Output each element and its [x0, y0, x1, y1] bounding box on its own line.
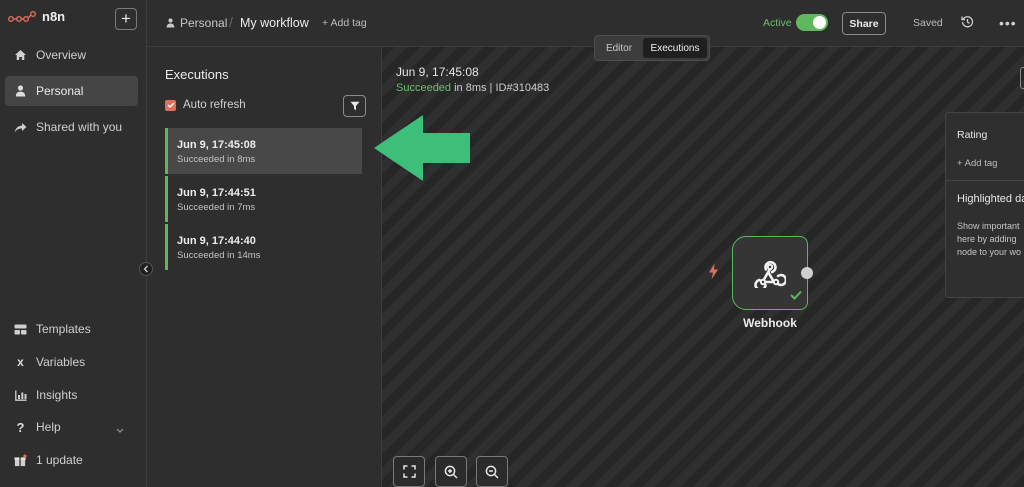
sidebar-item-label: Overview: [36, 48, 87, 62]
execution-item[interactable]: Jun 9, 17:44:51 Succeeded in 7ms: [165, 176, 362, 222]
add-tag-link[interactable]: + Add tag: [322, 17, 367, 29]
sidebar: n8n + Overview Personal Shared with you …: [0, 0, 147, 487]
workflow-title[interactable]: My workflow: [240, 16, 309, 30]
sidebar-item-updates[interactable]: 1 update: [5, 445, 138, 475]
webhook-icon: [754, 260, 786, 288]
lightning-bolt-icon: [708, 263, 719, 285]
fit-view-icon: [402, 465, 416, 478]
sidebar-item-label: 1 update: [36, 453, 83, 467]
zoom-out-button[interactable]: [476, 456, 508, 487]
highlighted-data-text: Show important here by adding node to yo…: [957, 220, 1024, 259]
sidebar-item-variables[interactable]: x Variables: [5, 347, 138, 377]
zoom-in-icon: [444, 465, 458, 479]
auto-refresh-control[interactable]: Auto refresh: [165, 99, 246, 111]
filter-icon: [350, 101, 359, 111]
card-divider: [946, 180, 1024, 181]
card-text-line: here by adding: [957, 234, 1017, 244]
app-name: n8n: [42, 9, 66, 24]
templates-icon: [14, 323, 27, 336]
card-add-tag-link[interactable]: + Add tag: [957, 158, 997, 169]
breadcrumb-project[interactable]: Personal: [166, 16, 227, 30]
execution-date: Jun 9, 17:44:51: [177, 187, 256, 199]
card-text-line: node to your wo: [957, 247, 1022, 257]
user-icon: [166, 18, 175, 28]
add-button[interactable]: +: [115, 8, 137, 30]
execution-item[interactable]: Jun 9, 17:45:08 Succeeded in 8ms: [165, 128, 362, 174]
executions-panel: Executions Auto refresh Jun 9, 17:45:08 …: [147, 47, 382, 487]
sidebar-item-label: Shared with you: [36, 120, 123, 134]
view-switcher: Editor Executions: [594, 35, 710, 61]
breadcrumb-separator: /: [229, 14, 233, 30]
panel-toggle-button[interactable]: [1020, 67, 1024, 89]
execution-detail-date: Jun 9, 17:45:08: [396, 65, 479, 79]
execution-status: Succeeded in 7ms: [177, 202, 256, 213]
saved-status: Saved: [913, 17, 943, 29]
execution-date: Jun 9, 17:45:08: [177, 139, 256, 151]
sidebar-item-personal[interactable]: Personal: [5, 76, 138, 106]
execution-detail-status: Succeeded in 8ms | ID#310483: [396, 82, 549, 94]
filter-button[interactable]: [343, 95, 366, 117]
active-toggle[interactable]: [796, 14, 828, 31]
more-options-icon[interactable]: •••: [999, 15, 1017, 31]
app-logo[interactable]: n8n: [8, 9, 65, 24]
execution-status: Succeeded in 14ms: [177, 250, 261, 261]
node-label: Webhook: [743, 316, 797, 330]
highlighted-data-heading: Highlighted da: [957, 193, 1024, 205]
chevron-left-icon: [143, 265, 148, 273]
sidebar-item-help[interactable]: ? Help: [5, 412, 138, 442]
sidebar-item-insights[interactable]: Insights: [5, 380, 138, 410]
auto-refresh-checkbox[interactable]: [165, 99, 176, 111]
breadcrumb-project-label: Personal: [180, 16, 228, 30]
chevron-down-icon: [116, 422, 124, 436]
share-button[interactable]: Share: [842, 12, 886, 35]
workflow-canvas[interactable]: Jun 9, 17:45:08 Succeeded in 8ms | ID#31…: [382, 47, 1024, 487]
share-icon: [14, 121, 27, 134]
card-text-line: Show important: [957, 221, 1020, 231]
custom-data-card: Rating + Add tag Highlighted da Show imp…: [945, 112, 1024, 298]
annotation-arrow-icon: [373, 114, 471, 187]
sidebar-item-overview[interactable]: Overview: [5, 40, 138, 70]
success-check-icon: [790, 287, 802, 305]
execution-status: Succeeded in 8ms: [177, 154, 256, 165]
zoom-in-button[interactable]: [435, 456, 467, 487]
sidebar-item-templates[interactable]: Templates: [5, 314, 138, 344]
execution-item[interactable]: Jun 9, 17:44:40 Succeeded in 14ms: [165, 224, 362, 270]
user-icon: [14, 85, 27, 98]
sidebar-item-label: Variables: [36, 355, 86, 369]
sidebar-item-label: Templates: [36, 322, 91, 336]
execution-detail-ok: Succeeded: [396, 82, 452, 94]
sidebar-item-label: Help: [36, 420, 61, 434]
help-icon: ?: [16, 419, 25, 435]
sidebar-item-label: Personal: [36, 84, 84, 98]
sidebar-item-label: Insights: [36, 388, 78, 402]
webhook-node[interactable]: [732, 236, 808, 310]
n8n-logo-icon: [8, 10, 36, 22]
rating-label: Rating: [957, 129, 988, 141]
execution-detail-info: in 8ms | ID#310483: [451, 82, 550, 94]
auto-refresh-label: Auto refresh: [183, 99, 246, 111]
execution-date: Jun 9, 17:44:40: [177, 235, 256, 247]
tab-editor[interactable]: Editor: [597, 38, 641, 58]
executions-title: Executions: [165, 67, 229, 82]
collapse-sidebar-button[interactable]: [139, 262, 153, 276]
history-icon[interactable]: [961, 15, 974, 33]
home-icon: [14, 49, 27, 62]
variables-icon: x: [17, 355, 24, 369]
top-bar: Personal / My workflow + Add tag Active …: [147, 0, 1024, 47]
active-label: Active: [763, 17, 792, 29]
zoom-out-icon: [485, 465, 499, 479]
insights-icon: [14, 389, 27, 402]
node-output-handle[interactable]: [801, 267, 813, 279]
gift-icon: [14, 453, 27, 467]
fit-view-button[interactable]: [393, 456, 425, 487]
tab-executions[interactable]: Executions: [643, 38, 707, 58]
check-icon: [167, 102, 174, 108]
sidebar-item-shared[interactable]: Shared with you: [5, 112, 138, 142]
